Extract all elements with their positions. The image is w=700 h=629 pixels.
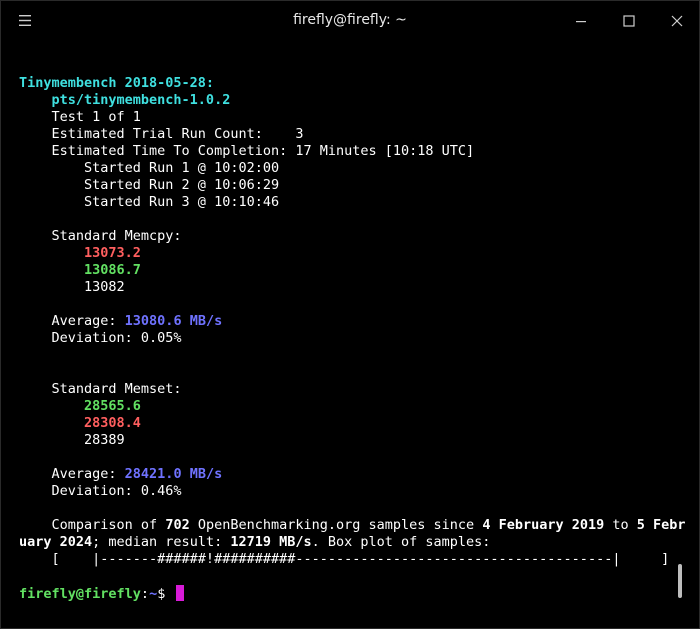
comparison-start-date: 4 February 2019 bbox=[482, 517, 605, 533]
memcpy-result: 13086.7 bbox=[19, 262, 683, 279]
trial-run-count: Estimated Trial Run Count: 3 bbox=[19, 126, 304, 142]
memcpy-value: 13082 bbox=[84, 279, 125, 295]
memset-value: 28308.4 bbox=[84, 415, 141, 431]
box-plot: [ |-------######!##########-------------… bbox=[19, 551, 670, 567]
memset-title: Standard Memset: bbox=[19, 381, 182, 397]
close-icon[interactable] bbox=[669, 13, 685, 29]
scrollbar[interactable] bbox=[678, 564, 682, 598]
test-profile: pts/tinymembench-1.0.2 bbox=[19, 92, 231, 108]
maximize-icon[interactable] bbox=[621, 13, 637, 29]
memset-value: 28389 bbox=[84, 432, 125, 448]
run-line: Started Run 2 @ 10:06:29 bbox=[19, 177, 280, 193]
memcpy-result: 13082 bbox=[19, 279, 683, 296]
terminal-window: firefly@firefly: ~ Tinymembench 2018-05-… bbox=[0, 0, 700, 629]
minimize-icon[interactable] bbox=[573, 13, 589, 29]
title-bar: firefly@firefly: ~ bbox=[1, 1, 699, 41]
test-counter: Test 1 of 1 bbox=[19, 109, 141, 125]
memset-result: 28565.6 bbox=[19, 398, 683, 415]
comparison-line: uary 2024; median result: 12719 MB/s. Bo… bbox=[19, 534, 491, 550]
memcpy-average-value: 13080.6 MB/s bbox=[124, 313, 223, 329]
shell-prompt[interactable]: firefly@firefly:~$ bbox=[19, 585, 683, 602]
prompt-path: ~ bbox=[149, 586, 158, 602]
comparison-end-date-cont: uary 2024 bbox=[19, 534, 93, 550]
prompt-user: firefly@firefly bbox=[19, 586, 141, 602]
memcpy-deviation: Deviation: 0.05% bbox=[19, 330, 182, 346]
memset-result: 28308.4 bbox=[19, 415, 683, 432]
memcpy-average: Average: 13080.6 MB/s bbox=[19, 313, 223, 329]
memset-average-value: 28421.0 MB/s bbox=[124, 466, 223, 482]
text-cursor bbox=[176, 585, 185, 601]
run-line: Started Run 3 @ 10:10:46 bbox=[19, 194, 280, 210]
comparison-end-date: 5 Febr bbox=[636, 517, 686, 533]
memset-value: 28565.6 bbox=[84, 398, 141, 414]
memcpy-value: 13086.7 bbox=[84, 262, 141, 278]
window-title: firefly@firefly: ~ bbox=[293, 12, 407, 28]
memset-average: Average: 28421.0 MB/s bbox=[19, 466, 223, 482]
memset-result: 28389 bbox=[19, 432, 683, 449]
benchmark-header: Tinymembench 2018-05-28: bbox=[19, 75, 215, 91]
terminal-output[interactable]: Tinymembench 2018-05-28: pts/tinymembenc… bbox=[19, 75, 686, 602]
run-line: Started Run 1 @ 10:02:00 bbox=[19, 160, 280, 176]
time-to-completion: Estimated Time To Completion: 17 Minutes… bbox=[19, 143, 475, 159]
memcpy-title: Standard Memcpy: bbox=[19, 228, 182, 244]
sample-count: 702 bbox=[165, 517, 190, 533]
memcpy-value: 13073.2 bbox=[84, 245, 141, 261]
median-result: 12719 MB/s bbox=[230, 534, 312, 550]
memset-deviation: Deviation: 0.46% bbox=[19, 483, 182, 499]
memcpy-result: 13073.2 bbox=[19, 245, 683, 262]
comparison-line: Comparison of 702 OpenBenchmarking.org s… bbox=[19, 517, 686, 533]
